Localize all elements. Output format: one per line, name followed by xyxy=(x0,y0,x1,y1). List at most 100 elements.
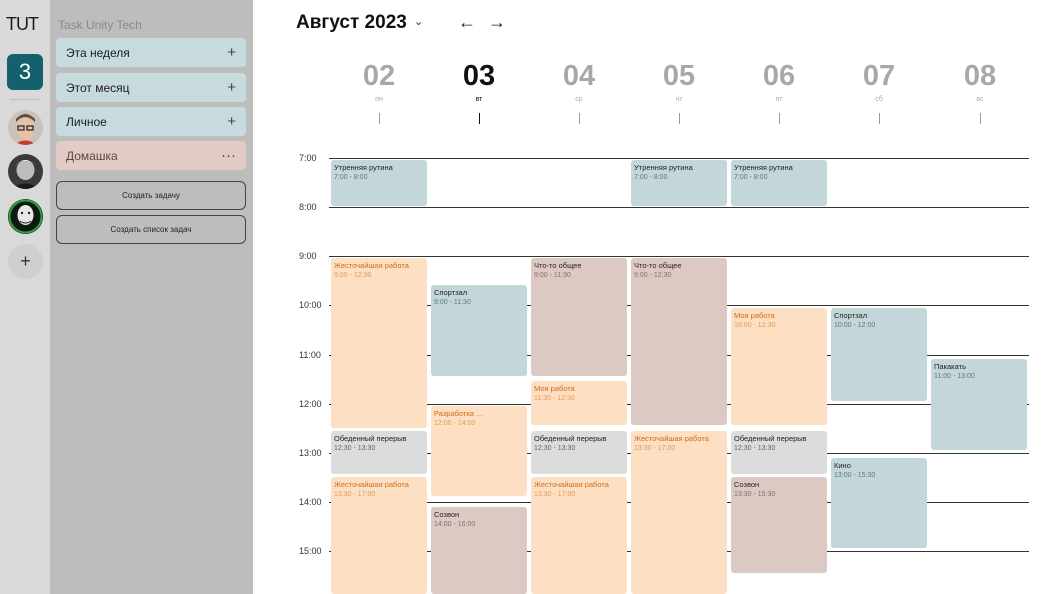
event-time: 9:00 - 11:30 xyxy=(534,272,571,280)
event-time: 11:30 - 12:30 xyxy=(534,395,575,403)
calendar-event[interactable]: Обеденный перерыв 12:30 - 13:30 xyxy=(731,430,827,475)
day-of-week: сб xyxy=(875,96,883,103)
list-item-this-month[interactable]: Этот месяц + xyxy=(56,73,246,102)
day-of-week: вт xyxy=(475,96,483,103)
plus-icon[interactable]: + xyxy=(227,79,236,96)
avatar-bw-portrait-icon xyxy=(8,154,43,189)
event-title: Спортзал xyxy=(434,288,468,298)
hour-label: 11:00 xyxy=(299,350,321,360)
create-task-button[interactable]: Создать задачу xyxy=(56,181,246,210)
event-title: Кино xyxy=(834,460,851,470)
task-lists-sidebar: Task Unity Tech Эта неделя + Этот месяц … xyxy=(50,0,253,594)
event-title: Обеденный перерыв xyxy=(534,433,607,443)
avatar-mask-icon xyxy=(8,199,43,234)
list-item-this-week[interactable]: Эта неделя + xyxy=(56,38,246,67)
calendar-event[interactable]: Жесточайшая работа 13:30 - 17:00 xyxy=(631,430,727,594)
event-title: Жесточайшая работа xyxy=(534,480,609,490)
calendar-event[interactable]: Жесточайшая работа 9:00 - 12:30 xyxy=(331,258,427,428)
plus-icon[interactable]: + xyxy=(227,44,236,61)
calendar-event[interactable]: Жесточайшая работа 13:30 - 17:00 xyxy=(531,477,627,594)
day-number[interactable]: 05 xyxy=(629,60,729,93)
calendar-event[interactable]: Утренняя рутина 7:00 - 8:00 xyxy=(331,160,427,207)
event-title: Жесточайшая работа xyxy=(334,261,409,271)
event-title: Пакакать xyxy=(934,362,966,372)
day-tick xyxy=(980,113,981,124)
day-tick xyxy=(879,113,880,124)
day-of-week: вс xyxy=(976,96,984,103)
day-number[interactable]: 08 xyxy=(930,60,1030,93)
event-time: 11:00 - 13:00 xyxy=(934,373,975,381)
event-title: Что-то общее xyxy=(534,261,582,271)
event-time: 9:00 - 12:30 xyxy=(334,272,372,280)
day-number[interactable]: 06 xyxy=(729,60,829,93)
app-logo[interactable]: TUT xyxy=(6,14,39,35)
rail-divider xyxy=(10,99,40,100)
avatar-user-3[interactable] xyxy=(8,199,43,234)
more-icon[interactable]: ··· xyxy=(221,147,236,164)
day-tick xyxy=(679,113,680,124)
calendar-event[interactable]: Что-то общее 9:00 - 11:30 xyxy=(531,258,627,376)
calendar-event[interactable]: Жесточайшая работа 13:30 - 17:00 xyxy=(331,477,427,594)
day-of-week: пт xyxy=(775,96,783,103)
calendar-event[interactable]: Спортзал 9:00 - 11:30 xyxy=(431,285,527,376)
hour-label: 15:00 xyxy=(299,546,322,556)
event-title: Утренняя рутина xyxy=(334,163,393,172)
month-title[interactable]: Август 2023 xyxy=(296,12,407,34)
hour-label: 13:00 xyxy=(299,448,322,458)
day-tick xyxy=(379,113,380,124)
avatar-user-1[interactable] xyxy=(8,110,43,145)
event-time: 14:00 - 16:00 xyxy=(434,520,476,528)
add-workspace-button[interactable]: + xyxy=(8,244,43,279)
next-week-button[interactable]: → xyxy=(488,12,506,33)
event-title: Обеденный перерыв xyxy=(734,433,807,443)
day-of-week: чт xyxy=(675,96,683,103)
create-list-button[interactable]: Создать список задач xyxy=(56,215,246,244)
prev-week-button[interactable]: ← xyxy=(458,12,476,33)
event-time: 9:00 - 11:30 xyxy=(434,299,471,307)
event-time: 13:30 - 17:00 xyxy=(334,491,376,499)
list-item-homework[interactable]: Домашка ··· xyxy=(56,141,246,170)
event-time: 7:00 - 8:00 xyxy=(734,174,768,181)
event-time: 13:00 - 15:30 xyxy=(834,471,876,479)
calendar-event[interactable]: Созвон 13:30 - 15:30 xyxy=(731,477,827,573)
plus-icon[interactable]: + xyxy=(227,113,236,130)
calendar-event[interactable]: Моя работа 10:00 - 12:30 xyxy=(731,307,827,426)
calendar-event[interactable]: Созвон 14:00 - 16:00 xyxy=(431,506,527,594)
list-item-personal[interactable]: Личное + xyxy=(56,107,246,136)
list-item-label: Эта неделя xyxy=(66,45,130,60)
avatar-user-2[interactable] xyxy=(8,154,43,189)
chevron-down-icon[interactable]: ⌄ xyxy=(414,15,423,28)
event-time: 13:30 - 15:30 xyxy=(734,491,776,499)
hour-label: 10:00 xyxy=(299,300,322,310)
avatar-glasses-icon xyxy=(8,110,43,145)
calendar-event[interactable]: Пакакать 11:00 - 13:00 xyxy=(931,359,1027,450)
event-title: Жесточайшая работа xyxy=(634,433,709,443)
event-title: Моя работа xyxy=(534,384,575,394)
workspace-badge[interactable]: 3 xyxy=(7,54,43,90)
calendar-event[interactable]: Кино 13:00 - 15:30 xyxy=(831,457,927,549)
event-title: Моя работа xyxy=(734,310,775,320)
calendar-event[interactable]: Утренняя рутина 7:00 - 8:00 xyxy=(631,160,727,207)
day-number[interactable]: 04 xyxy=(529,60,629,93)
calendar-event[interactable]: Обеденный перерыв 12:30 - 13:30 xyxy=(331,430,427,475)
event-title: Спортзал xyxy=(834,310,868,320)
calendar-event[interactable]: Утренняя рутина 7:00 - 8:00 xyxy=(731,160,827,207)
event-title: Обеденный перерыв xyxy=(334,433,407,443)
day-number[interactable]: 03 xyxy=(429,60,529,93)
day-number[interactable]: 02 xyxy=(329,60,429,93)
calendar-event[interactable]: Моя работа 11:30 - 12:30 xyxy=(531,381,627,426)
calendar-event[interactable]: Разработка ... 12:00 - 14:00 xyxy=(431,406,527,497)
org-name: Task Unity Tech xyxy=(58,18,142,32)
calendar-event[interactable]: Обеденный перерыв 12:30 - 13:30 xyxy=(531,430,627,475)
day-number[interactable]: 07 xyxy=(829,60,929,93)
calendar-event[interactable]: Что-то общее 9:00 - 12:30 xyxy=(631,258,727,426)
hour-label: 8:00 xyxy=(299,202,317,212)
hour-label: 12:00 xyxy=(299,399,322,409)
list-item-label: Этот месяц xyxy=(66,80,130,95)
calendar-event[interactable]: Спортзал 10:00 - 12:00 xyxy=(831,307,927,401)
hour-label: 14:00 xyxy=(299,497,322,507)
event-title: Созвон xyxy=(434,509,460,519)
event-title: Созвон xyxy=(734,480,760,490)
hour-label: 7:00 xyxy=(299,153,317,163)
event-time: 7:00 - 8:00 xyxy=(634,174,668,181)
